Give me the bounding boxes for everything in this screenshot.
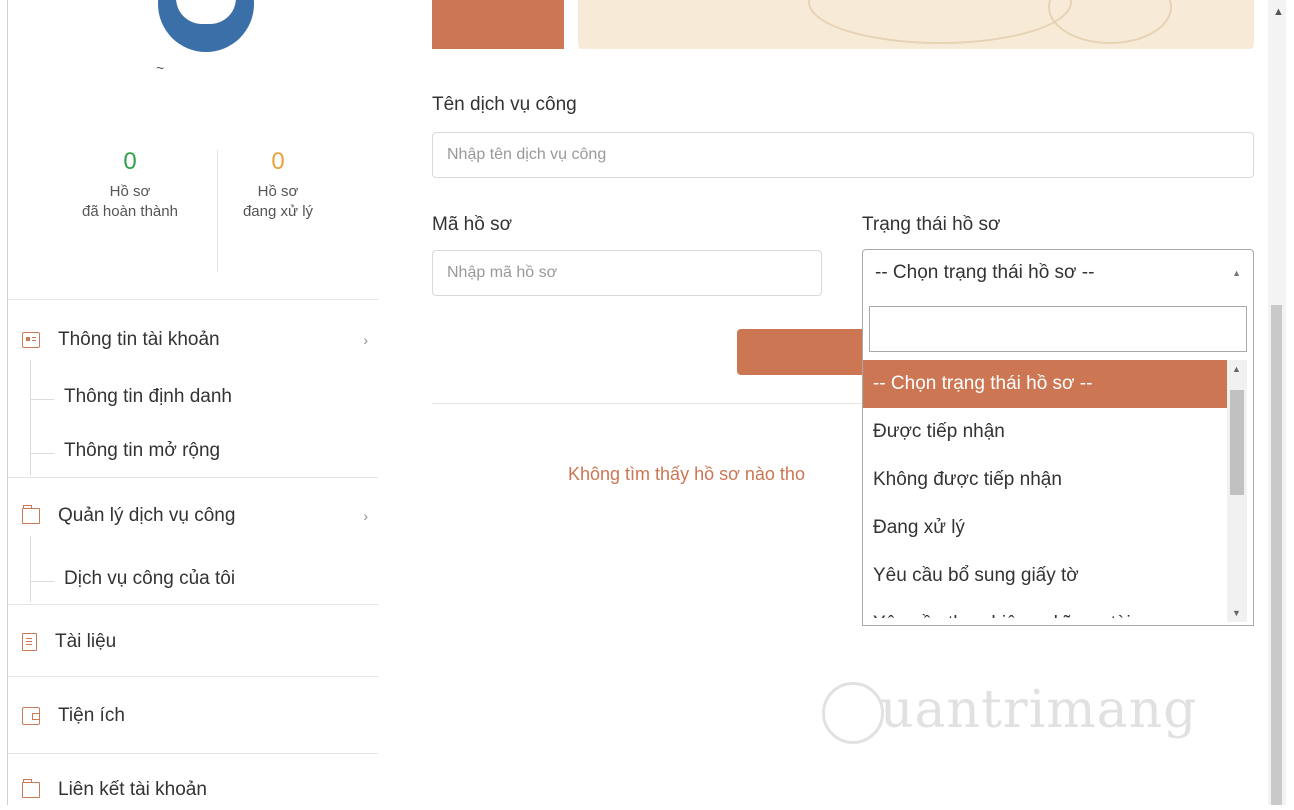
- divider: [8, 676, 378, 677]
- chevron-right-icon: ›: [363, 332, 368, 348]
- status-label: Trạng thái hồ sơ: [862, 214, 1001, 235]
- dropdown-option[interactable]: Yêu cầu bổ sung giấy tờ: [863, 552, 1227, 600]
- menu-documents-label: Tài liệu: [55, 631, 117, 652]
- service-name-input[interactable]: [432, 132, 1254, 178]
- caret-up-icon: ▲: [1232, 268, 1241, 278]
- watermark: uantrimang: [880, 680, 1198, 740]
- username: ~: [156, 60, 165, 76]
- menu-documents[interactable]: Tài liệu: [8, 622, 378, 662]
- menu-utilities-label: Tiện ích: [58, 705, 125, 726]
- submenu-tick: [30, 399, 54, 400]
- scroll-up-icon[interactable]: ▲: [1273, 6, 1284, 18]
- menu-manage-services[interactable]: Quản lý dịch vụ công ›: [8, 496, 378, 536]
- dropdown-scrollbar-thumb[interactable]: [1230, 390, 1244, 495]
- folder-icon: [22, 779, 40, 798]
- dropdown-scrollbar[interactable]: ▲ ▼: [1227, 360, 1247, 622]
- empty-results-message: Không tìm thấy hồ sơ nào tho: [568, 464, 805, 484]
- service-name-label: Tên dịch vụ công: [432, 94, 577, 115]
- menu-manage-services-label: Quản lý dịch vụ công: [58, 505, 236, 526]
- submenu-tick: [30, 453, 54, 454]
- status-select-value: -- Chọn trạng thái hồ sơ --: [875, 262, 1095, 283]
- divider: [8, 477, 378, 478]
- avatar: [158, 0, 254, 52]
- id-card-icon: [22, 332, 40, 348]
- chevron-right-icon: ›: [363, 508, 368, 524]
- divider: [8, 299, 378, 300]
- page-scrollbar[interactable]: ▲: [1268, 0, 1286, 805]
- dropdown-option[interactable]: Được tiếp nhận: [863, 408, 1227, 456]
- submenu-line: [30, 360, 31, 475]
- dropdown-option[interactable]: Đang xử lý: [863, 504, 1227, 552]
- status-select[interactable]: -- Chọn trạng thái hồ sơ -- ▲: [862, 249, 1254, 297]
- divider: [8, 604, 378, 605]
- dropdown-search-input[interactable]: [869, 306, 1247, 352]
- submenu-line: [30, 536, 31, 602]
- dropdown-options: -- Chọn trạng thái hồ sơ -- Được tiếp nh…: [863, 360, 1227, 618]
- stat-completed-count: 0: [123, 148, 137, 175]
- status-dropdown: -- Chọn trạng thái hồ sơ -- Được tiếp nh…: [862, 296, 1254, 626]
- scroll-down-icon[interactable]: ▼: [1232, 608, 1241, 618]
- menu-linked-accounts-label: Liên kết tài khoản: [58, 779, 207, 800]
- menu-identity-info[interactable]: Thông tin định danh: [64, 386, 232, 408]
- stat-completed-label: Hồ sơ đã hoàn thành: [82, 183, 178, 220]
- stat-processing-count: 0: [271, 148, 285, 175]
- page-scrollbar-thumb[interactable]: [1271, 305, 1282, 805]
- dropdown-option[interactable]: -- Chọn trạng thái hồ sơ --: [863, 360, 1227, 408]
- menu-my-services[interactable]: Dịch vụ công của tôi: [64, 568, 235, 590]
- folder-icon: [22, 505, 40, 524]
- divider: [8, 753, 378, 754]
- sidebar: ~ 0 Hồ sơ đã hoàn thành 0 Hồ sơ đang xử …: [8, 0, 378, 805]
- dropdown-option[interactable]: Không được tiếp nhận: [863, 456, 1227, 504]
- banner-button[interactable]: [432, 0, 564, 49]
- stat-processing: 0 Hồ sơ đang xử lý: [198, 148, 358, 222]
- stat-completed: 0 Hồ sơ đã hoàn thành: [50, 148, 210, 222]
- scroll-up-icon[interactable]: ▲: [1232, 364, 1241, 374]
- banner-image: [578, 0, 1254, 49]
- dropdown-option[interactable]: Yêu cầu thực hiện nghĩa vụ tài: [863, 600, 1227, 618]
- menu-linked-accounts[interactable]: Liên kết tài khoản: [8, 770, 378, 810]
- wallet-icon: [22, 707, 40, 725]
- submenu-tick: [30, 581, 54, 582]
- watermark-logo-icon: [822, 682, 884, 744]
- record-code-label: Mã hồ sơ: [432, 214, 513, 235]
- document-icon: [22, 633, 37, 651]
- menu-extended-info[interactable]: Thông tin mở rộng: [64, 440, 220, 462]
- stat-processing-label: Hồ sơ đang xử lý: [242, 183, 314, 220]
- menu-utilities[interactable]: Tiện ích: [8, 696, 378, 736]
- menu-account-info-label: Thông tin tài khoản: [58, 329, 220, 350]
- record-code-input[interactable]: [432, 250, 822, 296]
- menu-account-info[interactable]: Thông tin tài khoản ›: [8, 320, 378, 360]
